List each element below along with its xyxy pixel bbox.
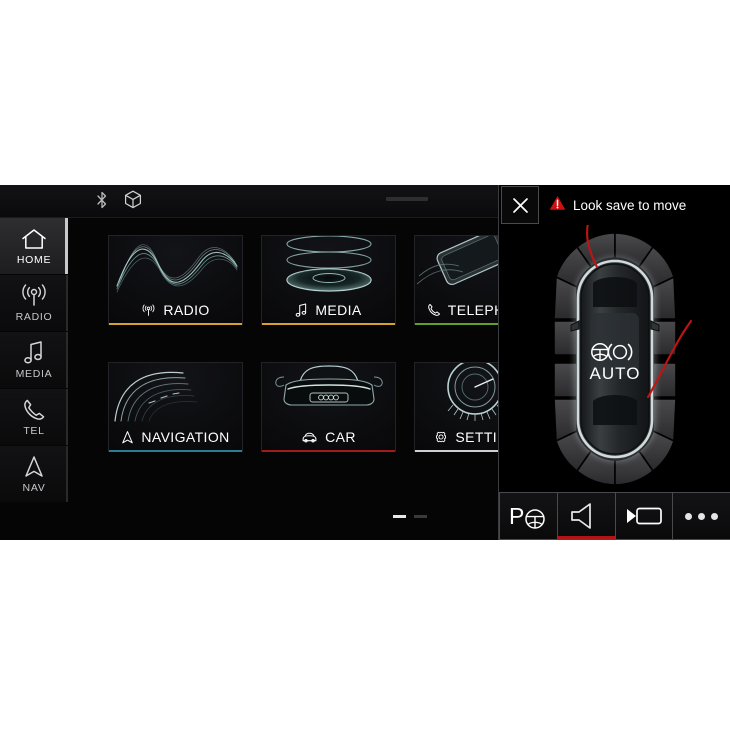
- tile-footer: NAVIGATION: [109, 429, 242, 445]
- status-bar-drag-handle[interactable]: [386, 197, 428, 201]
- cube-icon[interactable]: [124, 190, 142, 209]
- tile-accent-bar: [109, 450, 242, 452]
- panel-toolbar: P: [499, 492, 730, 540]
- sidebar-item-label: TEL: [23, 424, 45, 437]
- page-dot-inactive[interactable]: [414, 515, 427, 518]
- park-assist-button[interactable]: P: [499, 492, 557, 540]
- warning-banner: Look save to move: [549, 195, 686, 216]
- tile-footer: MEDIA: [262, 302, 395, 318]
- home-icon: [21, 227, 47, 251]
- phone-icon: [427, 303, 441, 317]
- sidebar-item-nav[interactable]: NAV: [0, 446, 68, 503]
- more-dots-icon: [685, 512, 719, 520]
- warning-text: Look save to move: [573, 197, 687, 213]
- tile-car[interactable]: CAR: [261, 362, 396, 452]
- sidebar-nav: HOME RADIO MEDIA TEL NAV: [0, 218, 68, 508]
- close-icon: [512, 197, 528, 213]
- music-note-icon: [23, 340, 45, 365]
- bluetooth-icon[interactable]: [96, 191, 108, 209]
- park-sensor-graphic: AUTO: [553, 225, 693, 486]
- tile-label: CAR: [325, 429, 356, 445]
- park-steering-icon: P: [509, 503, 546, 529]
- park-assist-panel: Look save to move AUTO P: [498, 185, 730, 540]
- tile-label: NAVIGATION: [141, 429, 230, 445]
- tile-label: MEDIA: [315, 302, 362, 318]
- camera-view-icon: [626, 507, 662, 525]
- park-sensor-display[interactable]: AUTO: [499, 225, 730, 497]
- navigation-road-art: [109, 363, 242, 425]
- media-discs-art: [262, 236, 395, 298]
- radio-tower-icon: [20, 283, 48, 308]
- tile-radio[interactable]: RADIO: [108, 235, 243, 325]
- close-button[interactable]: [501, 186, 539, 224]
- sidebar-item-radio[interactable]: RADIO: [0, 275, 68, 332]
- gear-icon: [434, 430, 448, 444]
- radio-tower-icon: [141, 303, 156, 318]
- music-note-icon: [295, 302, 308, 318]
- tile-label: RADIO: [163, 302, 210, 318]
- sidebar-item-home[interactable]: HOME: [0, 218, 68, 275]
- tile-accent-bar: [262, 323, 395, 325]
- sidebar-item-media[interactable]: MEDIA: [0, 332, 68, 389]
- volume-button[interactable]: [556, 492, 615, 540]
- panel-header: Look save to move: [499, 185, 730, 225]
- sidebar-item-tel[interactable]: TEL: [0, 389, 68, 446]
- car-front-icon: [301, 431, 318, 444]
- page-indicator[interactable]: [393, 515, 427, 518]
- status-bar-icons: [96, 190, 142, 209]
- phone-icon: [22, 398, 46, 422]
- sidebar-item-label: HOME: [16, 253, 52, 266]
- sidebar-item-label: NAV: [22, 481, 46, 494]
- tile-footer: CAR: [262, 429, 395, 445]
- camera-view-button[interactable]: [614, 492, 673, 540]
- navigation-arrow-icon: [121, 430, 134, 445]
- active-underline: [557, 536, 615, 539]
- tile-footer: RADIO: [109, 302, 242, 318]
- car-front-art: [262, 363, 395, 425]
- tile-accent-bar: [262, 450, 395, 452]
- page-dot-active[interactable]: [393, 515, 406, 518]
- sidebar-item-label: RADIO: [15, 310, 53, 323]
- more-options-button[interactable]: [672, 492, 730, 540]
- navigation-arrow-icon: [23, 455, 45, 479]
- sidebar-item-label: MEDIA: [15, 367, 53, 380]
- tile-navigation[interactable]: NAVIGATION: [108, 362, 243, 452]
- radio-waveform-art: [109, 236, 242, 298]
- screenshot-root: HOME RADIO MEDIA TEL NAV RADIO MEDIA TEL…: [0, 0, 730, 730]
- home-tile-grid: RADIO MEDIA TELEPHONE NAVIGATION CAR SET…: [108, 235, 549, 452]
- svg-text:P: P: [509, 503, 524, 529]
- status-bar: [0, 185, 498, 218]
- warning-triangle-icon: [549, 195, 566, 216]
- auto-label: AUTO: [590, 364, 641, 383]
- speaker-icon: [571, 503, 591, 529]
- tile-media[interactable]: MEDIA: [261, 235, 396, 325]
- tile-accent-bar: [109, 323, 242, 325]
